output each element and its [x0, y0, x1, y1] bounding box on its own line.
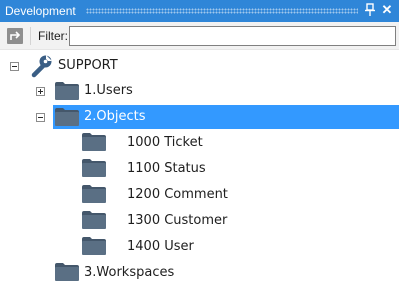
toolbar-separator	[30, 27, 31, 45]
tree-node-label: 1200 Comment	[127, 187, 228, 202]
folder-icon	[82, 237, 106, 255]
folder-icon	[82, 185, 106, 203]
toolbar: Filter:	[0, 22, 399, 50]
tree-node-label: SUPPORT	[58, 58, 118, 73]
tree-node-label: 1400 User	[127, 239, 194, 254]
folder-icon	[82, 133, 106, 151]
tree-node-label: 3.Workspaces	[84, 265, 175, 280]
folder-icon	[82, 211, 106, 229]
filter-input[interactable]	[69, 26, 396, 46]
collapse-toggle[interactable]	[36, 113, 45, 122]
filter-label: Filter:	[38, 29, 68, 43]
tree-node-label: 1300 Customer	[127, 213, 228, 228]
folder-icon	[82, 159, 106, 177]
title-bar-grip	[86, 8, 358, 14]
collapse-toggle[interactable]	[10, 62, 19, 71]
close-icon[interactable]: ✕	[380, 2, 394, 18]
pin-icon[interactable]	[364, 3, 376, 17]
panel-title-bar[interactable]: Development ✕	[0, 0, 399, 22]
folder-icon	[55, 82, 79, 100]
tree-node-label: 1.Users	[84, 83, 133, 98]
tree-node-label: 2.Objects	[84, 109, 146, 124]
wrench-icon	[31, 55, 52, 78]
arrow-icon	[10, 31, 21, 40]
folder-icon	[55, 108, 79, 126]
folder-icon	[55, 263, 79, 281]
tree-node-label: 1000 Ticket	[127, 135, 203, 150]
panel-title: Development	[5, 4, 76, 18]
navigate-button[interactable]	[7, 28, 23, 44]
expand-toggle[interactable]	[36, 87, 45, 96]
tree-node-label: 1100 Status	[127, 161, 206, 176]
